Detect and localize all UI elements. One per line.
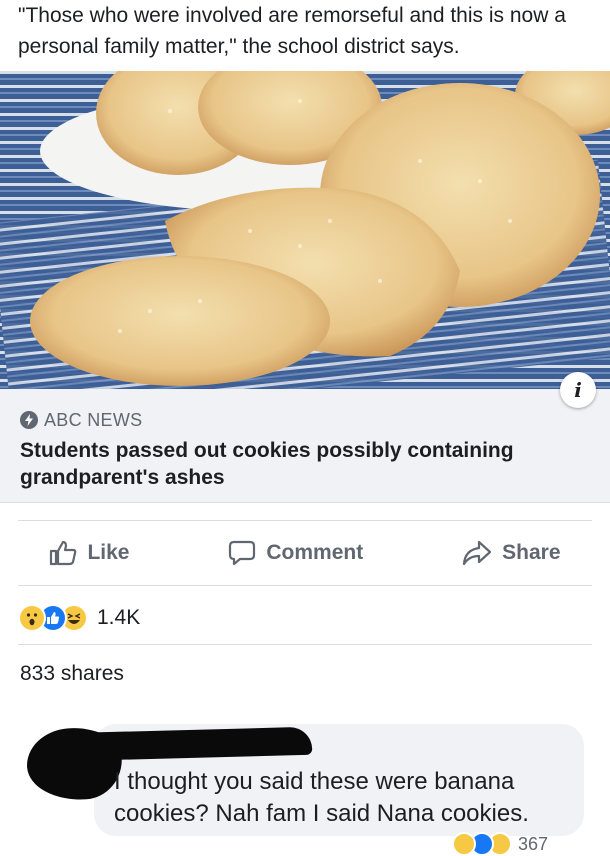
- source-name: ABC NEWS: [44, 409, 143, 430]
- haha-reaction-icon: [452, 832, 476, 856]
- shares-count[interactable]: 833 shares: [20, 662, 124, 686]
- divider: [18, 585, 592, 586]
- post-text: "Those who were involved are remorseful …: [18, 4, 566, 58]
- action-bar: Like Comment Share: [0, 521, 610, 585]
- like-label: Like: [87, 541, 130, 564]
- wow-reaction-icon: [18, 604, 46, 632]
- cookies-photo: [0, 71, 610, 389]
- link-card-meta[interactable]: ABC NEWS Students passed out cookies pos…: [0, 389, 610, 503]
- link-card-image[interactable]: [0, 71, 610, 389]
- source-row: ABC NEWS: [20, 409, 142, 431]
- share-button[interactable]: Share: [462, 540, 561, 566]
- comment-reaction-count: 367: [518, 833, 549, 854]
- reaction-count: 1.4K: [97, 606, 141, 629]
- thumbs-up-icon: [50, 540, 77, 566]
- share-label: Share: [502, 541, 561, 564]
- comment-reactions[interactable]: 367: [452, 832, 548, 856]
- comment-bubble-icon: [229, 540, 256, 566]
- comment-text: I thought you said these were banana coo…: [114, 768, 529, 827]
- reactions-summary[interactable]: 1.4K: [18, 598, 140, 638]
- comment-button[interactable]: Comment: [228, 540, 363, 566]
- like-button[interactable]: Like: [49, 540, 129, 566]
- info-icon[interactable]: i: [560, 372, 596, 408]
- share-arrow-icon: [463, 540, 492, 566]
- link-headline[interactable]: Students passed out cookies possibly con…: [20, 437, 590, 491]
- lightning-bolt-icon: [20, 411, 38, 429]
- divider: [18, 644, 592, 645]
- comment: I thought you said these were banana coo…: [22, 716, 610, 847]
- comment-label: Comment: [266, 541, 364, 564]
